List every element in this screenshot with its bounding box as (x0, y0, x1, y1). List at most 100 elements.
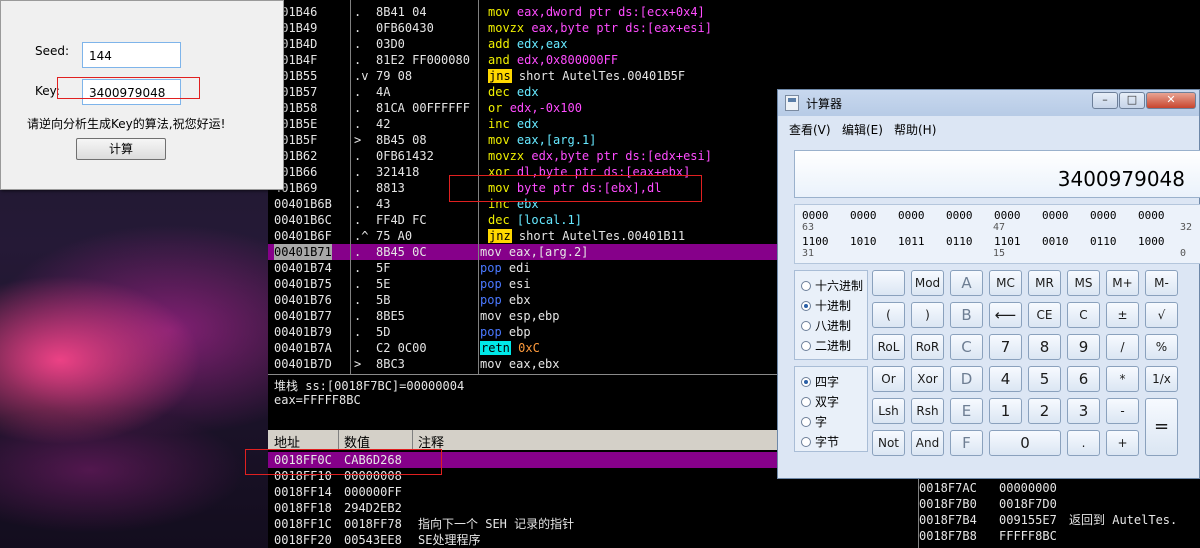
radio-byte[interactable]: 字节 (801, 433, 839, 450)
divide-key[interactable]: / (1106, 334, 1139, 360)
disasm-row[interactable]: 401B49. 0FB60430 movzx eax,byte ptr ds:[ea… (268, 20, 888, 36)
bit-position: 31 (802, 248, 815, 259)
disasm-row[interactable]: 401B46. 8B41 04 mov eax,dword ptr ds:[ecx+… (268, 4, 888, 20)
equals-key[interactable]: = (1145, 398, 1178, 456)
right-stack-pane[interactable]: 0018F7AC 00000000 0018F7B0 0018F7D0 0018F7B4… (918, 476, 1200, 548)
radio-label: 十六进制 (815, 279, 864, 293)
disasm-marker: . (354, 149, 362, 163)
decimal-key[interactable]: . (1067, 430, 1100, 456)
digit-7-key[interactable]: 7 (989, 334, 1022, 360)
stack-row[interactable]: 0018FF20 00543EE8 SE处理程序 (268, 532, 888, 548)
disasm-instruction: mov eax,[arg.1] (488, 132, 596, 148)
digit-6-key[interactable]: 6 (1067, 366, 1100, 392)
close-button[interactable]: ✕ (1146, 92, 1196, 109)
stack-row[interactable]: 0018F7B8 FFFFF8BC (919, 528, 1200, 544)
disasm-hex: C2 0C00 (376, 341, 427, 355)
disasm-marker: > (354, 133, 362, 147)
radio-oct[interactable]: 八进制 (801, 317, 851, 334)
disasm-instruction: jns short AutelTes.00401B5F (488, 68, 685, 84)
stack-row[interactable]: 0018F7AC 00000000 (919, 480, 1200, 496)
disasm-marker: . (354, 245, 362, 259)
disasm-mnemonic: mov (480, 357, 502, 371)
disasm-mnemonic: dec (488, 85, 510, 99)
title-bar[interactable]: 计算器 – □ ✕ (778, 90, 1199, 116)
radio-hex[interactable]: 十六进制 (801, 277, 863, 294)
digit-5-key[interactable]: 5 (1028, 366, 1061, 392)
digit-3-key[interactable]: 3 (1067, 398, 1100, 424)
memory-recall-key[interactable]: MR (1028, 270, 1061, 296)
hex-d-key[interactable]: D (950, 366, 983, 392)
hex-c-key[interactable]: C (950, 334, 983, 360)
instruction-text: 请逆向分析生成Key的算法,祝您好运! (27, 117, 226, 131)
stack-row[interactable]: 0018FF14 000000FF (268, 484, 888, 500)
digit-2-key[interactable]: 2 (1028, 398, 1061, 424)
digit-4-key[interactable]: 4 (989, 366, 1022, 392)
left-shift-key[interactable]: Lsh (872, 398, 905, 424)
radio-word[interactable]: 字 (801, 413, 827, 430)
bit-position: 47 (993, 222, 1006, 233)
stack-row[interactable]: 0018F7B4 009155E7 返回到 AutelTes. (919, 512, 1200, 528)
disasm-address: 00401B7D (274, 357, 332, 371)
left-paren-key[interactable]: ( (872, 302, 905, 328)
and-key[interactable]: And (911, 430, 944, 456)
stack-row[interactable]: 0018FF1C 0018FF78 指向下一个 SEH 记录的指针 (268, 516, 888, 532)
add-key[interactable]: + (1106, 430, 1139, 456)
menu-help[interactable]: 帮助(H) (894, 121, 936, 138)
hex-a-key[interactable]: A (950, 270, 983, 296)
hex-e-key[interactable]: E (950, 398, 983, 424)
right-paren-key[interactable]: ) (911, 302, 944, 328)
memory-subtract-key[interactable]: M- (1145, 270, 1178, 296)
right-shift-key[interactable]: Rsh (911, 398, 944, 424)
bit-group: 0000 (1042, 209, 1069, 222)
disasm-mnemonic: movzx (488, 21, 525, 35)
radio-qword[interactable]: 四字 (801, 373, 839, 390)
menu-edit[interactable]: 编辑(E) (842, 121, 883, 138)
disasm-mnemonic: pop (480, 261, 502, 275)
digit-1-key[interactable]: 1 (989, 398, 1022, 424)
disasm-hex: 75 A0 (376, 229, 413, 243)
hex-b-key[interactable]: B (950, 302, 983, 328)
maximize-button[interactable]: □ (1119, 92, 1145, 109)
multiply-key[interactable]: * (1106, 366, 1139, 392)
stack-row[interactable]: 0018FF18 294D2EB2 (268, 500, 888, 516)
disasm-instruction: mov eax,dword ptr ds:[ecx+0x4] (488, 4, 705, 20)
rotate-right-key[interactable]: RoR (911, 334, 944, 360)
compute-button[interactable]: 计算 (76, 138, 166, 160)
menu-view[interactable]: 查看(V) (789, 121, 831, 138)
bit-group: 0010 (1042, 235, 1069, 248)
minimize-button[interactable]: – (1092, 92, 1118, 109)
memory-clear-key[interactable]: MC (989, 270, 1022, 296)
subtract-key[interactable]: - (1106, 398, 1139, 424)
or-key[interactable]: Or (872, 366, 905, 392)
digit-9-key[interactable]: 9 (1067, 334, 1100, 360)
not-key[interactable]: Not (872, 430, 905, 456)
memory-store-key[interactable]: MS (1067, 270, 1100, 296)
sqrt-key[interactable]: √ (1145, 302, 1178, 328)
backspace-key[interactable]: ⟵ (989, 302, 1022, 328)
disasm-row[interactable]: 401B4D. 03D0 add edx,eax (268, 36, 888, 52)
highlight-key-box (57, 77, 200, 99)
disasm-row[interactable]: 401B55 .v 79 08 jns short AutelTes.00401B5F (268, 68, 888, 84)
clear-key[interactable]: C (1067, 302, 1100, 328)
xor-key[interactable]: Xor (911, 366, 944, 392)
memory-add-key[interactable]: M+ (1106, 270, 1139, 296)
digit-0-key[interactable]: 0 (989, 430, 1061, 456)
radio-dword[interactable]: 双字 (801, 393, 839, 410)
stack-value: 00000000 (999, 481, 1057, 495)
radio-dec[interactable]: 十进制 (801, 297, 851, 314)
disasm-instruction: retn 0xC (480, 340, 540, 356)
percent-key[interactable]: % (1145, 334, 1178, 360)
digit-8-key[interactable]: 8 (1028, 334, 1061, 360)
disasm-row[interactable]: 401B4F. 81E2 FF000080 and edx,0x800000FF (268, 52, 888, 68)
radio-label: 八进制 (815, 319, 852, 333)
hex-f-key[interactable]: F (950, 430, 983, 456)
disasm-marker: . (354, 213, 362, 227)
clear-entry-key[interactable]: CE (1028, 302, 1061, 328)
reciprocal-key[interactable]: 1/x (1145, 366, 1178, 392)
stack-row[interactable]: 0018F7B0 0018F7D0 (919, 496, 1200, 512)
seed-input[interactable]: 144 (82, 42, 181, 68)
mod-key[interactable]: Mod (911, 270, 944, 296)
rotate-left-key[interactable]: RoL (872, 334, 905, 360)
radio-bin[interactable]: 二进制 (801, 337, 851, 354)
negate-key[interactable]: ± (1106, 302, 1139, 328)
